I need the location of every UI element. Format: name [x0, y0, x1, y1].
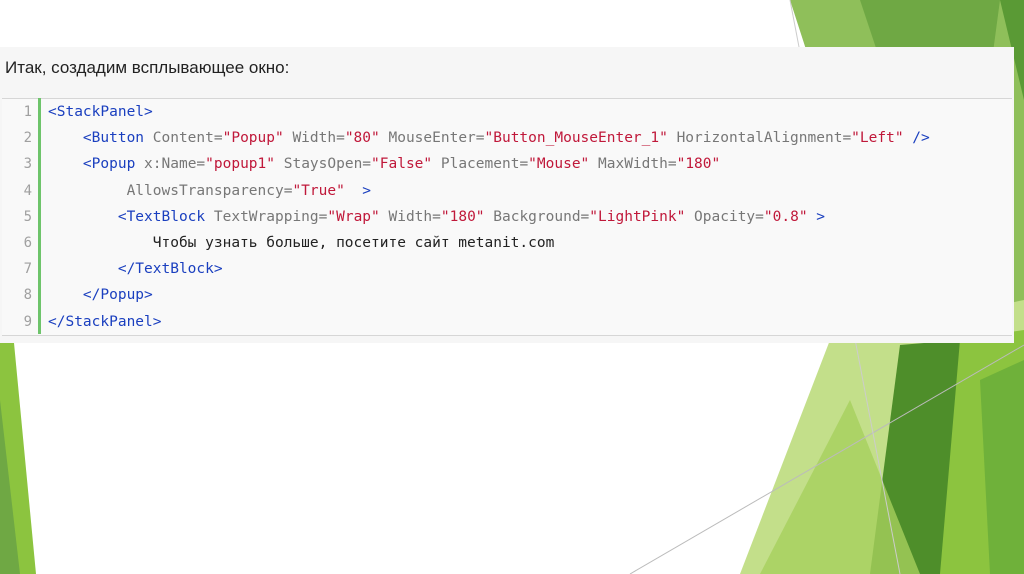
line-number: 3: [23, 156, 32, 173]
code-token: "180": [676, 156, 721, 173]
code-line: <StackPanel>: [48, 99, 153, 125]
code-token: </TextBlock>: [117, 261, 223, 278]
code-token: Placement=: [432, 156, 529, 173]
line-number: 5: [23, 208, 32, 225]
code-token: />: [903, 130, 930, 147]
code-line: </Popup>: [48, 282, 153, 308]
code-token: "Left": [851, 130, 904, 147]
code-token: "Wrap": [327, 208, 380, 225]
line-number: 9: [23, 313, 32, 330]
line-number: 4: [23, 182, 32, 199]
code-token: AllowsTransparency=: [126, 182, 293, 199]
code-token: <Button: [82, 130, 145, 147]
code-token: MaxWidth=: [589, 156, 677, 173]
code-token: Content=: [144, 130, 223, 147]
code-line: <Popup x:Name="popup1" StaysOpen="False"…: [48, 151, 720, 177]
code-token: <Popup: [82, 156, 136, 173]
code-token: "False": [371, 156, 433, 173]
code-token: Background=: [484, 208, 590, 225]
code-token: </StackPanel>: [48, 313, 162, 330]
code-token: "True": [292, 182, 345, 199]
code-token: Width=: [283, 130, 345, 147]
code-line: </TextBlock>: [48, 256, 223, 282]
code-token: >: [344, 182, 372, 199]
line-number: 6: [23, 235, 32, 251]
code-token: <StackPanel>: [48, 104, 153, 120]
code-token: "Button_MouseEnter_1": [484, 130, 668, 147]
code-token: "Mouse": [528, 156, 590, 173]
code-token: "Popup": [222, 130, 284, 147]
code-line: Чтобы узнать больше, посетите сайт metan…: [48, 230, 555, 256]
code-token: </Popup>: [82, 287, 153, 304]
code-token: HorizontalAlignment=: [667, 130, 852, 147]
line-number: 8: [23, 287, 32, 304]
code-token: "80": [344, 130, 380, 147]
code-token: "180": [440, 208, 485, 225]
code-token: Чтобы узнать больше, посетите сайт metan…: [48, 235, 555, 251]
code-token: "0.8": [763, 208, 808, 225]
line-number: 1: [23, 104, 32, 120]
code-token: MouseEnter=: [379, 130, 485, 147]
code-line: </StackPanel>: [48, 309, 162, 335]
code-token: <TextBlock: [117, 208, 206, 225]
code-token: TextWrapping=: [205, 208, 328, 225]
code-token: Opacity=: [685, 208, 764, 225]
code-line: AllowsTransparency="True" >: [48, 178, 371, 204]
code-token: StaysOpen=: [275, 156, 372, 173]
code-token: Width=: [379, 208, 441, 225]
code-line: <Button Content="Popup" Width="80" Mouse…: [48, 125, 930, 151]
code-token: "LightPink": [589, 208, 686, 225]
code-line: <TextBlock TextWrapping="Wrap" Width="18…: [48, 204, 825, 230]
code-token: "popup1": [205, 156, 275, 173]
code-token: >: [807, 208, 826, 225]
code-token: x:Name=: [135, 156, 206, 173]
intro-text: Итак, создадим всплывающее окно:: [5, 58, 290, 77]
line-number: 7: [23, 261, 32, 278]
line-number: 2: [23, 130, 32, 147]
